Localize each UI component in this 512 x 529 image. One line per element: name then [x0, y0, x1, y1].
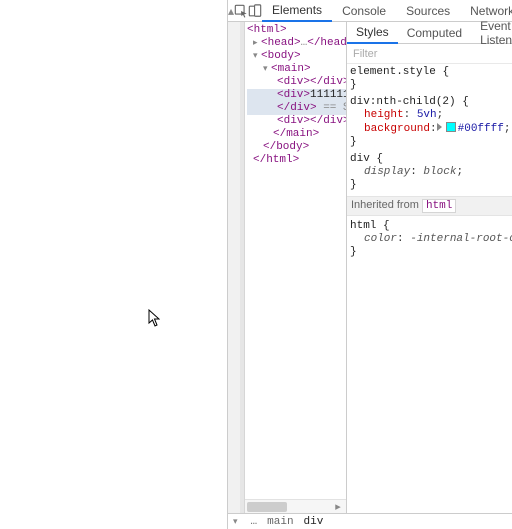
tab-elements[interactable]: Elements [262, 0, 332, 22]
decl-height[interactable]: height: 5vh; [350, 109, 509, 122]
dom-node-html[interactable]: <html> [247, 24, 346, 37]
devtools-panel: ▴ Elements Console Sources Network <html… [228, 0, 512, 529]
rule-div[interactable]: div { display: block; } [350, 153, 509, 192]
styles-pane: Styles Computed Event Listeners Filter e… [347, 22, 512, 513]
dom-node-html-close[interactable]: </html> [247, 154, 346, 167]
dom-tree-pane: <html> <head>…</head> <body> <main> <div… [228, 22, 347, 513]
tab-event-listeners[interactable]: Event Listeners [471, 22, 512, 43]
css-rules-list[interactable]: element.style { } div:nth-child(2) { hei… [347, 64, 512, 513]
dom-horizontal-scrollbar[interactable]: ▸ [245, 499, 346, 513]
page-viewport[interactable] [0, 0, 228, 529]
tab-sources[interactable]: Sources [396, 0, 460, 21]
breadcrumb-ellipsis[interactable]: … [251, 516, 258, 528]
dom-node-div2-close[interactable]: </div> == $0 [247, 102, 346, 115]
color-swatch-icon[interactable] [446, 122, 456, 132]
rule-html[interactable]: html { color: -internal-root-color; } [350, 220, 509, 259]
decl-background[interactable]: background:#00ffff; [350, 122, 509, 136]
rule-element-style[interactable]: element.style { } [350, 66, 509, 92]
devtools-top-tabbar: ▴ Elements Console Sources Network [228, 0, 512, 22]
breadcrumb-div[interactable]: div [304, 516, 324, 528]
dom-node-div2-selected[interactable]: ⋯ <div>111111 [247, 89, 346, 102]
dom-node-div3[interactable]: <div></div> [247, 115, 346, 128]
rule-nth-child[interactable]: div:nth-child(2) { height: 5vh; backgrou… [350, 96, 509, 149]
device-toolbar-icon[interactable] [248, 0, 262, 21]
mouse-cursor [148, 309, 160, 327]
styles-filter-input[interactable]: Filter [347, 44, 512, 64]
dom-node-main-close[interactable]: </main> [247, 128, 346, 141]
dom-breadcrumbs[interactable]: ▾ … main div [228, 513, 512, 529]
breadcrumb-expand-icon[interactable]: ▾ [230, 517, 241, 527]
styles-tabbar: Styles Computed Event Listeners [347, 22, 512, 44]
scroll-right-arrow-icon[interactable]: ▸ [332, 500, 344, 513]
disclosure-right-icon[interactable] [253, 37, 261, 50]
dom-node-div1[interactable]: <div></div> [247, 76, 346, 89]
dom-separator [240, 22, 245, 513]
dom-gutter [228, 22, 240, 513]
dom-node-head[interactable]: <head>…</head> [247, 37, 346, 50]
inherited-source-tag[interactable]: html [422, 199, 456, 213]
tab-computed[interactable]: Computed [398, 22, 471, 43]
dom-tree[interactable]: <html> <head>…</head> <body> <main> <div… [245, 22, 346, 499]
disclosure-down-icon[interactable] [263, 63, 271, 76]
tab-styles[interactable]: Styles [347, 22, 398, 44]
scrollbar-thumb[interactable] [247, 502, 287, 512]
breadcrumb-main[interactable]: main [267, 516, 293, 528]
decl-color[interactable]: color: -internal-root-color; [350, 233, 509, 246]
devtools-body: <html> <head>…</head> <body> <main> <div… [228, 22, 512, 513]
dom-node-body[interactable]: <body> [247, 50, 346, 63]
inherited-from-bar: Inherited from html [347, 196, 512, 216]
inspect-element-icon[interactable] [234, 0, 248, 21]
dom-node-body-close[interactable]: </body> [247, 141, 346, 154]
devtools-window: ▴ Elements Console Sources Network <html… [0, 0, 512, 529]
dom-node-main[interactable]: <main> [247, 63, 346, 76]
decl-display[interactable]: display: block; [350, 166, 509, 179]
disclosure-down-icon[interactable] [253, 50, 261, 63]
devtools-tabs: Elements Console Sources Network [262, 0, 512, 21]
expand-shorthand-icon[interactable] [437, 123, 442, 131]
tab-console[interactable]: Console [332, 0, 396, 21]
